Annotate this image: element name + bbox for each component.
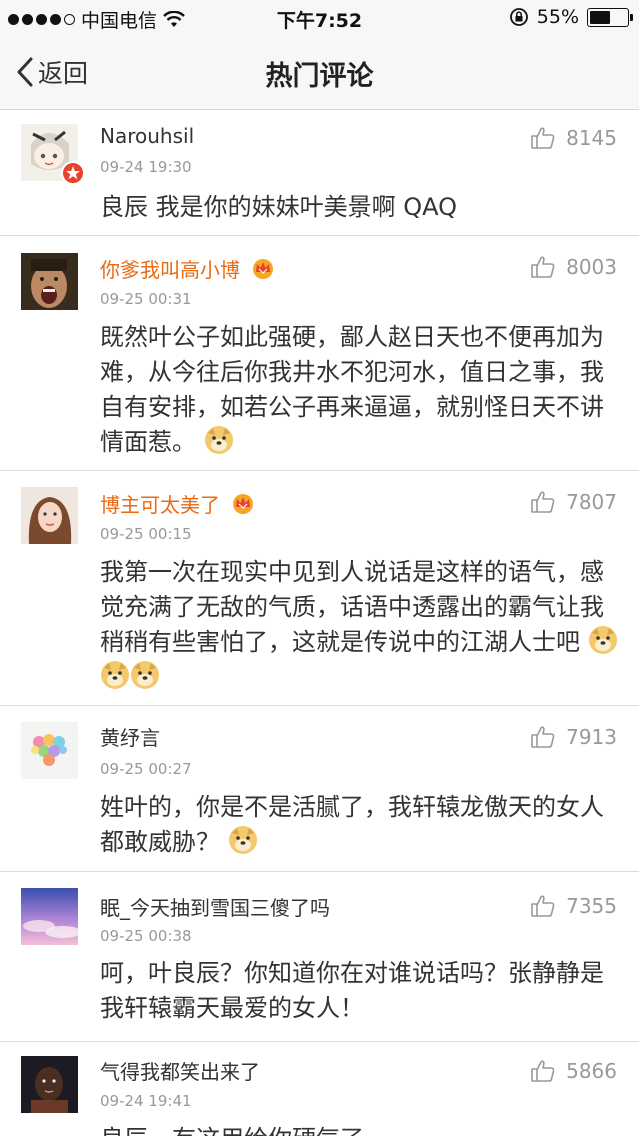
like-count: 5866 [566, 1059, 617, 1083]
doge-emoji-icon [588, 626, 617, 654]
vip-crown-icon [233, 494, 254, 514]
avatar[interactable] [21, 722, 78, 779]
doge-emoji-icon [101, 661, 129, 689]
comment-time: 09-24 19:30 [100, 158, 192, 176]
comment-list: Narouhsil 09-24 19:30 8145 良辰 我是你的妹妹叶美景啊… [0, 110, 639, 1136]
comment-username[interactable]: 你爹我叫高小博 [100, 254, 276, 283]
comment-item[interactable]: 你爹我叫高小博 09-25 00:31 8003 既然叶公子如此强硬，鄙人赵日天… [0, 236, 639, 471]
nav-bar: 返回 热门评论 [0, 36, 639, 110]
rotation-lock-icon [509, 8, 528, 26]
thumbs-up-icon [531, 726, 555, 748]
thumbs-up-icon [531, 491, 555, 513]
avatar[interactable] [21, 487, 78, 544]
vip-crown-icon [253, 259, 274, 279]
comment-item[interactable]: 黄纾言 09-25 00:27 7913 姓叶的，你是不是活腻了，我轩辕龙傲天的… [0, 706, 639, 872]
comment-text: 我第一次在现实中见到人说话是这样的语气，感觉充满了无敌的气质，话语中透露出的霸气… [100, 555, 625, 695]
like-button[interactable]: 5866 [530, 1059, 617, 1083]
like-count: 7807 [566, 490, 617, 514]
like-count: 7913 [566, 725, 617, 749]
avatar[interactable] [21, 888, 78, 945]
thumbs-up-icon [531, 127, 555, 149]
like-button[interactable]: 8003 [530, 255, 617, 279]
avatar[interactable] [21, 253, 78, 310]
comment-text: 呵，叶良辰？你知道你在对谁说话吗？张静静是我轩辕霸天最爱的女人！ [100, 959, 604, 1022]
comment-item[interactable]: 博主可太美了 09-25 00:15 7807 我第一次在现实中见到人说话是这样… [0, 471, 639, 706]
username-text: 博主可太美了 [100, 493, 220, 517]
avatar[interactable] [21, 1056, 78, 1113]
doge-emoji-icon [204, 426, 233, 454]
like-button[interactable]: 8145 [530, 126, 617, 150]
battery-percent: 55% [536, 6, 579, 28]
status-bar: 中国电信 下午7:52 55% [0, 0, 639, 36]
comment-text-content: 既然叶公子如此强硬，鄙人赵日天也不便再加为难，从今往后你我井水不犯河水，值日之事… [100, 323, 604, 456]
comment-username[interactable]: 气得我都笑出来了 [100, 1056, 260, 1085]
like-button[interactable]: 7355 [530, 894, 617, 918]
comment-username[interactable]: 博主可太美了 [100, 489, 256, 518]
thumbs-up-icon [531, 1060, 555, 1082]
username-text: 你爹我叫高小博 [100, 258, 240, 282]
comment-item[interactable]: Narouhsil 09-24 19:30 8145 良辰 我是你的妹妹叶美景啊… [0, 110, 639, 236]
like-button[interactable]: 7913 [530, 725, 617, 749]
comment-text: 姓叶的，你是不是活腻了，我轩辕龙傲天的女人都敢威胁？ [100, 790, 625, 860]
comment-time: 09-24 19:41 [100, 1092, 192, 1110]
comment-time: 09-25 00:15 [100, 525, 192, 543]
like-count: 8145 [566, 126, 617, 150]
thumbs-up-icon [531, 256, 555, 278]
comment-username[interactable]: Narouhsil [100, 124, 194, 148]
comment-text: 良辰 我是你的妹妹叶美景啊 QAQ [100, 193, 458, 221]
comment-item[interactable]: 眠_今天抽到雪国三傻了吗 09-25 00:38 7355 呵，叶良辰？你知道你… [0, 872, 639, 1042]
doge-emoji-icon [228, 826, 257, 854]
doge-emoji-icon [131, 661, 159, 689]
verified-badge-icon [61, 161, 85, 185]
like-button[interactable]: 7807 [530, 490, 617, 514]
comment-text-content: 我第一次在现实中见到人说话是这样的语气，感觉充满了无敌的气质，话语中透露出的霸气… [100, 558, 604, 656]
comment-username[interactable]: 眠_今天抽到雪国三傻了吗 [100, 892, 330, 921]
comment-text: 良辰，有这用给你硬气了 [100, 1122, 625, 1136]
like-count: 8003 [566, 255, 617, 279]
comment-time: 09-25 00:27 [100, 760, 192, 778]
comment-item[interactable]: 气得我都笑出来了 09-24 19:41 5866 良辰，有这用给你硬气了 [0, 1042, 639, 1136]
battery-fill [590, 10, 610, 24]
page-title: 热门评论 [265, 61, 374, 92]
comment-time: 09-25 00:31 [100, 290, 192, 308]
status-right: 55% [509, 6, 633, 28]
comment-text-content: 姓叶的，你是不是活腻了，我轩辕龙傲天的女人都敢威胁？ [100, 793, 604, 856]
comment-text: 既然叶公子如此强硬，鄙人赵日天也不便再加为难，从今往后你我井水不犯河水，值日之事… [100, 320, 625, 460]
comment-time: 09-25 00:38 [100, 927, 192, 945]
battery-icon [587, 7, 633, 27]
like-count: 7355 [566, 894, 617, 918]
thumbs-up-icon [531, 895, 555, 917]
comment-username[interactable]: 黄纾言 [100, 722, 160, 751]
